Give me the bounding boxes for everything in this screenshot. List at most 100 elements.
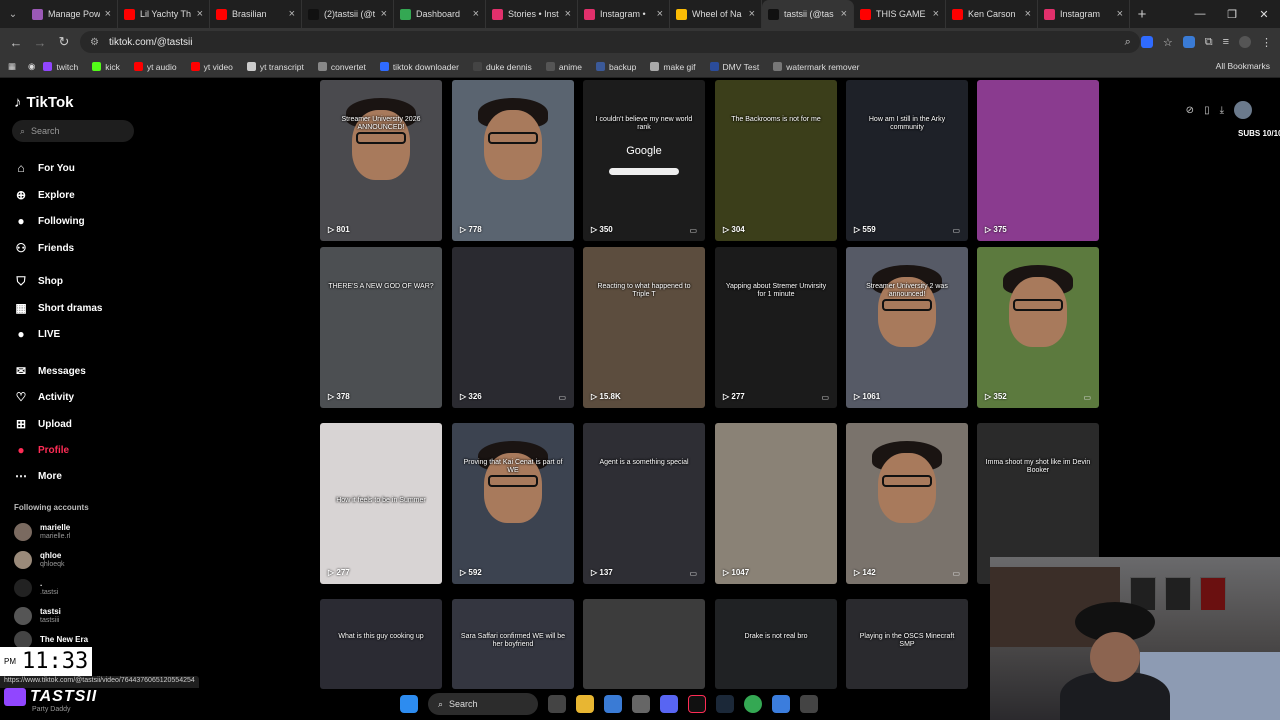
chrome-icon[interactable] <box>744 695 762 713</box>
tab-2[interactable]: Brasilian × <box>210 0 302 28</box>
video-tile[interactable]: ▷ 1047 <box>715 423 837 584</box>
bookmark-item[interactable]: anime <box>545 62 582 72</box>
tab-5[interactable]: Stories • Inst × <box>486 0 578 28</box>
tab-0[interactable]: Manage Pow × <box>26 0 118 28</box>
bookmark-item[interactable]: tiktok downloader <box>379 62 459 72</box>
nav-item-profile[interactable]: ● Profile <box>14 443 69 457</box>
nav-item-activity[interactable]: ♡ Activity <box>14 390 75 404</box>
search-input[interactable]: ⌕ Search <box>12 120 134 142</box>
nav-item-for-you[interactable]: ⌂ For You <box>14 161 74 175</box>
extension-icon[interactable] <box>1140 36 1153 48</box>
windows-start-icon[interactable] <box>400 695 418 713</box>
download-icon[interactable]: ⤓ <box>1220 105 1224 116</box>
video-tile[interactable] <box>583 599 705 689</box>
video-tile[interactable]: ▷ 375 <box>977 80 1099 241</box>
file-explorer-icon[interactable] <box>576 695 594 713</box>
tab-4[interactable]: Dashboard × <box>394 0 486 28</box>
bookmark-icon[interactable]: ◉ <box>28 61 35 72</box>
video-tile[interactable]: Sara Saffari confirmed WE will be her bo… <box>452 599 574 689</box>
tab-close-icon[interactable]: × <box>565 8 571 20</box>
bookmark-item[interactable]: convertet <box>317 62 366 72</box>
url-input[interactable]: ⚙ tiktok.com/@tastsii <box>80 31 1140 53</box>
maximize-icon[interactable]: ❐ <box>1216 0 1248 28</box>
tab-close-icon[interactable]: × <box>933 8 939 20</box>
video-tile[interactable]: How it feels to be in Summer ▷ 277 <box>320 423 442 584</box>
video-tile[interactable]: How am I still in the Arky community ▷ 55… <box>846 80 968 241</box>
video-tile[interactable]: ▷ 778 <box>452 80 574 241</box>
nav-item-live[interactable]: ● LIVE <box>14 327 60 341</box>
nav-item-friends[interactable]: ⚇ Friends <box>14 241 75 255</box>
tab-close-icon[interactable]: × <box>657 8 663 20</box>
media-icon[interactable]: ≡ <box>1223 36 1229 48</box>
app-c-icon[interactable] <box>632 695 650 713</box>
bookmark-star-icon[interactable]: ☆ <box>1163 36 1173 49</box>
extensions-puzzle-icon[interactable]: ⧉ <box>1205 36 1213 49</box>
discord-icon[interactable] <box>660 695 678 713</box>
site-info-icon[interactable]: ⚙ <box>90 37 99 48</box>
video-tile[interactable]: The Backrooms is not for me ▷ 304 <box>715 80 837 241</box>
back-icon[interactable]: ← <box>4 35 28 50</box>
task-view-icon[interactable] <box>548 695 566 713</box>
tab-close-icon[interactable]: × <box>1025 8 1031 20</box>
nav-item-upload[interactable]: ⊞ Upload <box>14 417 72 431</box>
video-tile[interactable]: Google I couldn't believe my new world ra… <box>583 80 705 241</box>
tab-close-icon[interactable]: × <box>289 8 295 20</box>
tab-close-icon[interactable]: × <box>105 8 111 20</box>
tab-close-icon[interactable]: × <box>197 8 203 20</box>
minimize-icon[interactable]: — <box>1184 0 1216 28</box>
reload-icon[interactable]: ↻ <box>52 34 76 50</box>
bookmark-item[interactable]: yt video <box>190 62 233 72</box>
tab-9[interactable]: THIS GAME × <box>854 0 946 28</box>
video-tile[interactable]: Yapping about Stremer Unvirsity for 1 mi… <box>715 247 837 408</box>
tiktok-logo[interactable]: ♪ TikTok <box>14 94 73 111</box>
following-account[interactable]: tastsi tastsiii <box>14 607 61 625</box>
video-tile[interactable]: Proving that Kai Cenat is part of WE ▷ 59… <box>452 423 574 584</box>
tab-10[interactable]: Ken Carson × <box>946 0 1038 28</box>
bookmark-item[interactable]: watermark remover <box>773 62 859 72</box>
tab-3[interactable]: (2)tastsii (@t × <box>302 0 394 28</box>
bookmark-item[interactable]: duke dennis <box>472 62 532 72</box>
video-tile[interactable]: THERE'S A NEW GOD OF WAR? ▷ 378 <box>320 247 442 408</box>
nav-item-following[interactable]: ● Following <box>14 214 84 228</box>
zoom-icon[interactable]: ⌕ <box>1125 36 1131 49</box>
notepad-icon[interactable] <box>604 695 622 713</box>
extension-icon[interactable] <box>1182 36 1195 48</box>
apps-grid-icon[interactable]: ▦ <box>8 61 16 72</box>
tab-close-icon[interactable]: × <box>749 8 755 20</box>
profile-avatar[interactable] <box>1234 101 1252 119</box>
tab-search-dropdown-icon[interactable]: ⌄ <box>0 0 26 28</box>
following-account[interactable]: qhloe qhloeqk <box>14 551 65 569</box>
following-account[interactable]: . .tastsi <box>14 579 58 597</box>
video-tile[interactable]: Streamer University 2 was announced! ▷ 10… <box>846 247 968 408</box>
new-tab-button[interactable]: + <box>1130 6 1154 23</box>
bookmark-item[interactable]: backup <box>595 62 636 72</box>
tab-close-icon[interactable]: × <box>841 8 847 20</box>
video-tile[interactable]: What is this guy cooking up <box>320 599 442 689</box>
tab-6[interactable]: Instagram • × <box>578 0 670 28</box>
bookmark-item[interactable]: yt transcript <box>246 62 304 72</box>
bookmark-item[interactable]: twitch <box>43 62 78 72</box>
tab-1[interactable]: Lil Yachty Th × <box>118 0 210 28</box>
device-icon[interactable]: ▯ <box>1204 105 1210 116</box>
tab-8[interactable]: tastsii (@tas × <box>762 0 854 28</box>
nav-item-short-dramas[interactable]: ▦ Short dramas <box>14 301 102 315</box>
steam-icon[interactable] <box>716 695 734 713</box>
video-tile[interactable]: Streamer University 2026 ANNOUNCED! ▷ 801 <box>320 80 442 241</box>
app-icon[interactable] <box>772 695 790 713</box>
following-account[interactable]: marielle marielle.rl <box>14 523 70 541</box>
taskbar-search[interactable]: ⌕ Search <box>428 693 538 715</box>
nav-item-messages[interactable]: ✉ Messages <box>14 364 86 378</box>
video-tile[interactable]: ▷ 142 ▭ <box>846 423 968 584</box>
menu-icon[interactable]: ⋮ <box>1261 36 1272 49</box>
forward-icon[interactable]: → <box>28 35 52 50</box>
tab-close-icon[interactable]: × <box>1117 8 1123 20</box>
nav-item-shop[interactable]: ⛉ Shop <box>14 274 63 289</box>
video-tile[interactable]: Playing in the OSCS Minecraft SMP <box>846 599 968 689</box>
bookmark-item[interactable]: make gif <box>650 62 696 72</box>
all-bookmarks-button[interactable]: All Bookmarks <box>1216 61 1270 71</box>
tiktok-app-icon[interactable] <box>688 695 706 713</box>
video-tile[interactable]: ▷ 326 ▭ <box>452 247 574 408</box>
bookmark-item[interactable]: yt audio <box>133 62 177 72</box>
app-icon[interactable] <box>800 695 818 713</box>
close-window-icon[interactable]: ✕ <box>1248 0 1280 28</box>
